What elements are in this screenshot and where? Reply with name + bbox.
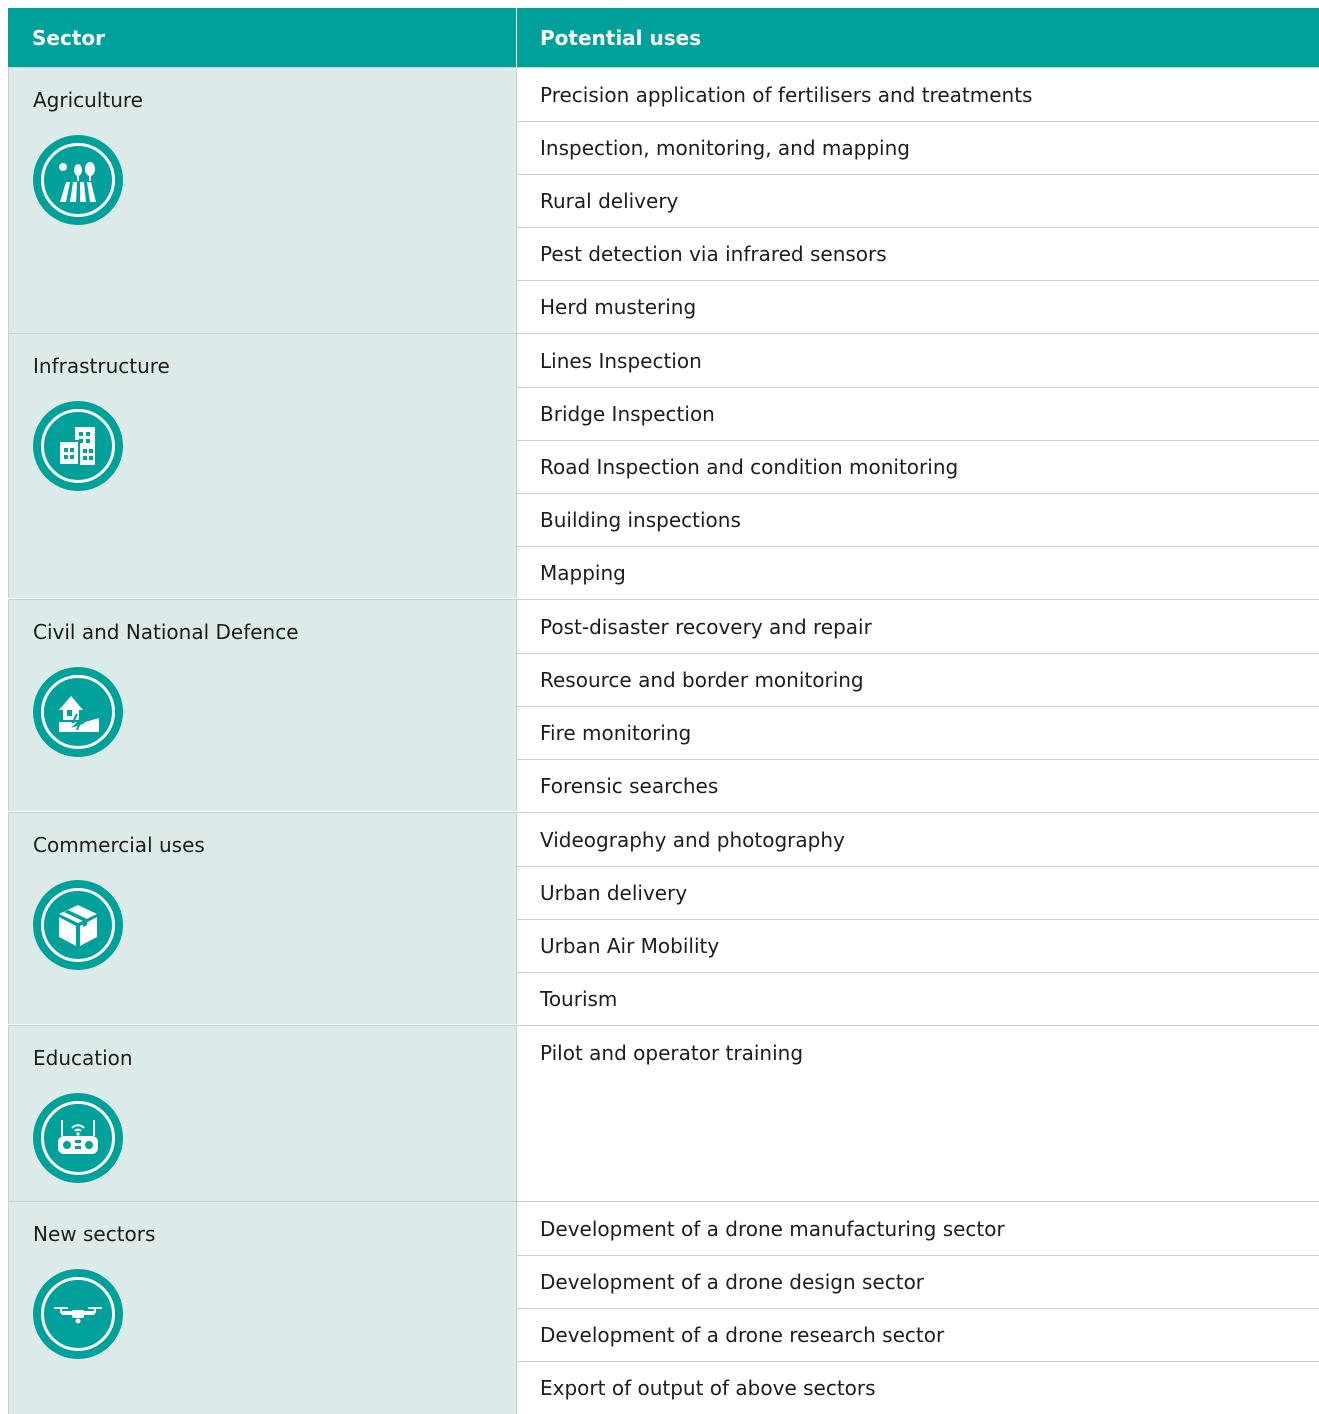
sector-cell: Agriculture (8, 68, 517, 333)
drone-controller-icon (33, 1093, 123, 1183)
sector-group-new-sectors: New sectors Development of a drone manuf… (8, 1201, 1319, 1414)
use-item: Pest detection via infrared sensors (517, 227, 1319, 280)
sector-name: Infrastructure (33, 354, 170, 378)
use-item: Post-disaster recovery and repair (540, 614, 872, 639)
use-item: Development of a drone design sector (517, 1255, 1319, 1308)
sector-group-education: Education Pilot and operator training (8, 1025, 1319, 1201)
header-sector: Sector (8, 8, 517, 67)
use-item: Building inspections (517, 493, 1319, 546)
table-header: Sector Potential uses (8, 8, 1319, 67)
use-item: Lines Inspection (540, 348, 702, 373)
use-item: Bridge Inspection (517, 387, 1319, 440)
use-item: Inspection, monitoring, and mapping (517, 121, 1319, 174)
sector-name: New sectors (33, 1222, 156, 1246)
use-item: Mapping (517, 546, 1319, 599)
sector-name: Commercial uses (33, 833, 205, 857)
use-item: Forensic searches (517, 759, 1319, 812)
uses-list: Post-disaster recovery and repair Resour… (517, 600, 1319, 812)
use-item: Urban Air Mobility (517, 919, 1319, 972)
sector-cell: Civil and National Defence (8, 600, 517, 811)
use-item: Road Inspection and condition monitoring (517, 440, 1319, 493)
sector-group-civil-defence: Civil and National Defence Post-disaster… (8, 599, 1319, 812)
agriculture-field-icon (33, 135, 123, 225)
sector-group-agriculture: Agriculture Precision application of fer… (8, 67, 1319, 333)
header-uses: Potential uses (540, 25, 702, 50)
uses-list: Development of a drone manufacturing sec… (517, 1202, 1319, 1414)
use-item: Pilot and operator training (540, 1040, 804, 1065)
use-item: Development of a drone research sector (517, 1308, 1319, 1361)
sector-name: Civil and National Defence (33, 620, 299, 644)
use-item: Precision application of fertilisers and… (540, 82, 1033, 107)
sector-group-commercial: Commercial uses Videography and photogra… (8, 812, 1319, 1025)
sector-name: Agriculture (33, 88, 143, 112)
use-item: Herd mustering (517, 280, 1319, 333)
use-item: Resource and border monitoring (517, 653, 1319, 706)
use-item: Videography and photography (540, 827, 845, 852)
use-item: Export of output of above sectors (517, 1361, 1319, 1414)
sector-group-infrastructure: Infrastructure Lines Inspection Bridge I… (8, 333, 1319, 599)
sector-cell: Infrastructure (8, 334, 517, 598)
buildings-icon (33, 401, 123, 491)
uses-list: Precision application of fertilisers and… (517, 68, 1319, 333)
sector-cell: New sectors (8, 1202, 517, 1414)
disaster-house-icon (33, 667, 123, 757)
drone-icon (33, 1269, 123, 1359)
sector-name: Education (33, 1046, 133, 1070)
package-box-icon (33, 880, 123, 970)
use-item: Rural delivery (517, 174, 1319, 227)
use-item: Fire monitoring (517, 706, 1319, 759)
uses-list: Pilot and operator training (517, 1026, 1319, 1201)
sector-cell: Commercial uses (8, 813, 517, 1024)
sector-cell: Education (8, 1026, 517, 1201)
use-item: Urban delivery (517, 866, 1319, 919)
use-item: Tourism (517, 972, 1319, 1025)
sector-uses-table: Sector Potential uses Agriculture Precis… (8, 8, 1319, 1414)
use-item: Development of a drone manufacturing sec… (540, 1216, 1005, 1241)
uses-list: Lines Inspection Bridge Inspection Road … (517, 334, 1319, 599)
uses-list: Videography and photography Urban delive… (517, 813, 1319, 1025)
